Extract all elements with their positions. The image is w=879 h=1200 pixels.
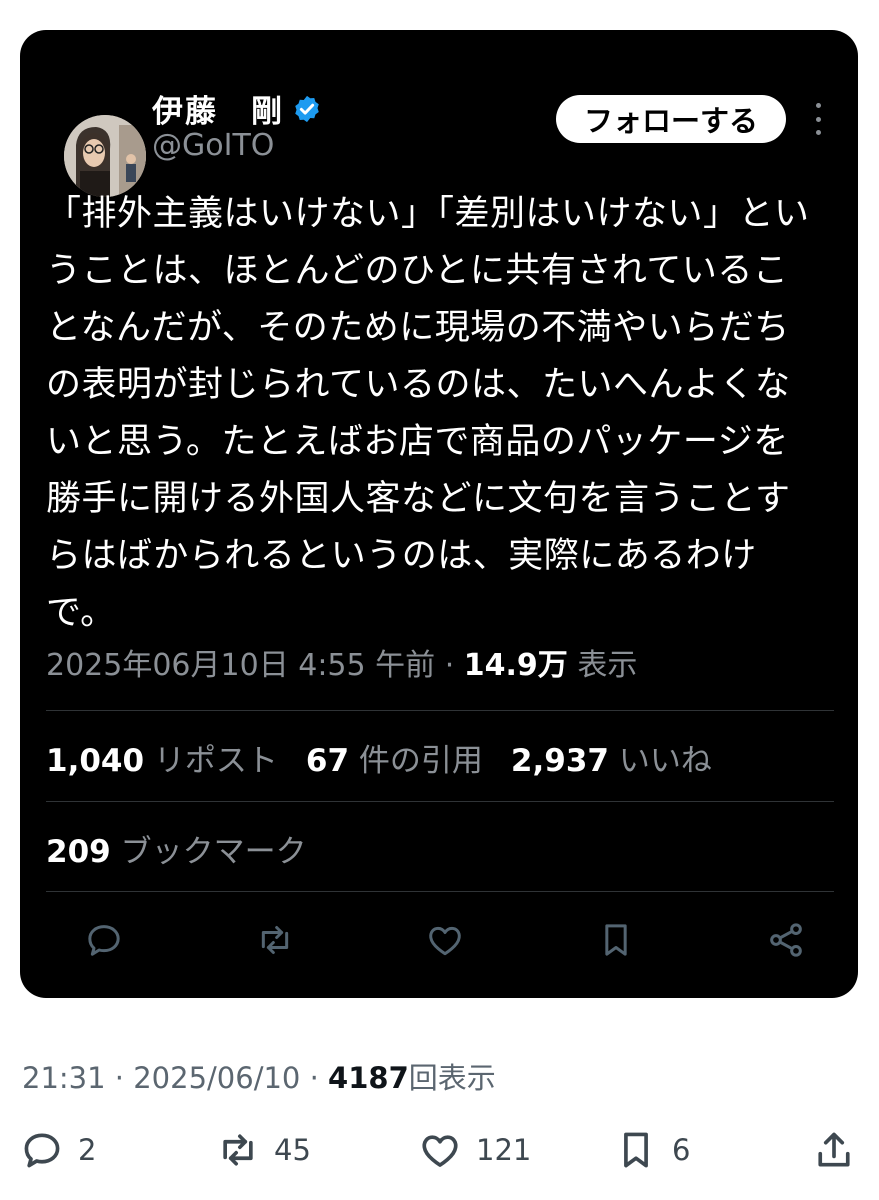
divider xyxy=(46,891,834,892)
bookmark-label: ブックマーク xyxy=(120,834,307,870)
quote-label: 件の引用 xyxy=(358,743,483,779)
author-handle[interactable]: @GoITO xyxy=(152,128,274,163)
post-view-label: 回表示 xyxy=(408,1061,496,1095)
bookmark-action[interactable]: 6 xyxy=(614,1124,690,1176)
repost-action[interactable]: 45 xyxy=(216,1124,311,1176)
share-icon[interactable] xyxy=(766,920,806,960)
post-time[interactable]: 21:31 xyxy=(22,1061,106,1095)
post-date[interactable]: 2025/06/10 xyxy=(133,1061,300,1095)
avatar-photo-icon xyxy=(64,115,146,197)
separator-dot: · xyxy=(444,648,455,683)
view-count: 14.9万 xyxy=(463,648,568,683)
retweet-icon[interactable] xyxy=(255,920,295,960)
like-icon[interactable] xyxy=(425,920,465,960)
retweet-stat[interactable]: 1,040 リポスト xyxy=(46,735,278,780)
bookmark-icon xyxy=(624,1132,648,1168)
reply-count: 2 xyxy=(78,1133,97,1167)
reply-action[interactable]: 2 xyxy=(20,1124,96,1176)
like-action[interactable]: 121 xyxy=(418,1124,531,1176)
bookmark-stat[interactable]: 209 ブックマーク xyxy=(46,826,307,871)
avatar[interactable] xyxy=(64,115,146,197)
view-label: 表示 xyxy=(577,648,638,683)
post-action-bar: 2 45 121 6 xyxy=(20,1124,860,1176)
share-action[interactable] xyxy=(812,1124,856,1176)
reply-icon xyxy=(24,1133,60,1168)
engagement-stats: 1,040 リポスト 67 件の引用 2,937 いいね xyxy=(46,735,712,780)
like-count: 2,937 xyxy=(510,743,609,779)
follow-button[interactable]: フォローする xyxy=(556,95,786,143)
retweet-count: 1,040 xyxy=(46,743,145,779)
tweet-action-bar xyxy=(84,920,806,960)
bookmark-count: 6 xyxy=(672,1133,691,1167)
author-name[interactable]: 伊藤 剛 xyxy=(152,86,284,131)
tweet-timestamp-row: 2025年06月10日 4:55 午前 · 14.9万 表示 xyxy=(46,640,637,684)
bookmark-count: 209 xyxy=(46,834,111,870)
tweet-text: 「排外主義はいけない」「差別はいけない」ということは、ほとんどのひとに共有されて… xyxy=(46,194,810,633)
like-icon xyxy=(422,1135,458,1167)
separator-dot: · xyxy=(309,1061,319,1095)
like-count: 121 xyxy=(476,1133,532,1167)
share-upload-icon xyxy=(818,1132,850,1167)
like-stat[interactable]: 2,937 いいね xyxy=(511,735,712,780)
reply-icon[interactable] xyxy=(84,920,124,960)
quote-count: 67 xyxy=(305,743,350,779)
repost-count: 45 xyxy=(274,1133,311,1167)
divider xyxy=(46,801,834,802)
retweet-label: リポスト xyxy=(153,743,278,779)
post-view-count: 4187 xyxy=(328,1061,409,1095)
like-label: いいね xyxy=(618,743,712,779)
bookmark-icon[interactable] xyxy=(596,920,636,960)
embedded-tweet-card[interactable]: 伊藤 剛 @GoITO フォローする 「排外主義はいけない」「差別はいけない」と… xyxy=(20,30,858,998)
post-meta-row: 21:31 · 2025/06/10 · 4187回表示 xyxy=(22,1055,496,1097)
quote-stat[interactable]: 67 件の引用 xyxy=(306,735,483,780)
separator-dot: · xyxy=(114,1061,125,1095)
verified-badge-icon xyxy=(295,95,319,122)
tweet-timestamp[interactable]: 2025年06月10日 4:55 午前 xyxy=(46,648,435,683)
retweet-icon xyxy=(223,1134,253,1166)
more-options-icon[interactable] xyxy=(810,103,826,135)
divider xyxy=(46,710,834,711)
